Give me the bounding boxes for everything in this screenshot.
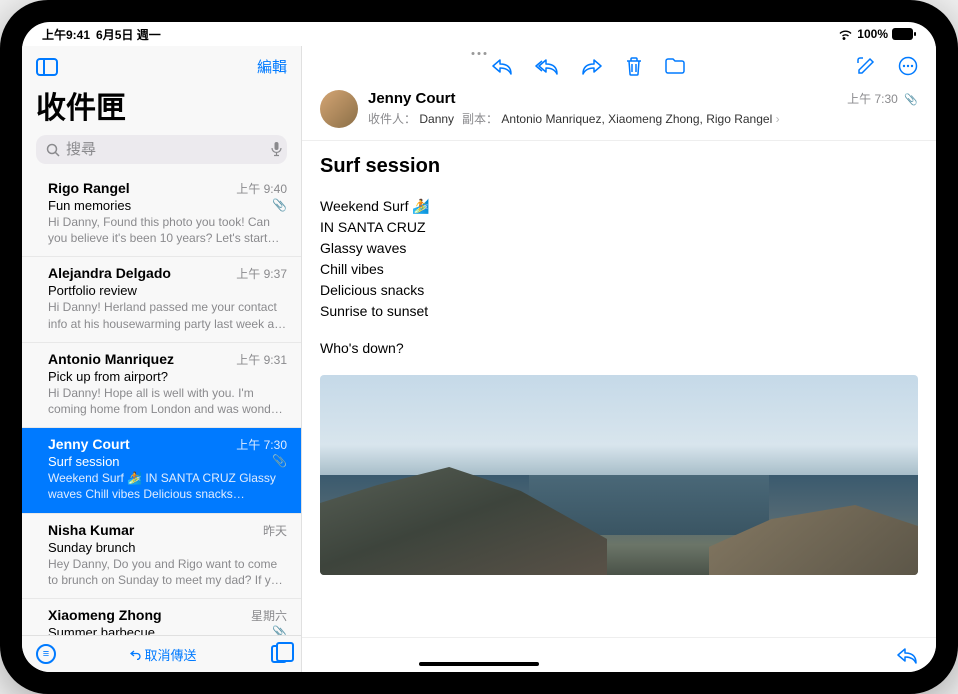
home-indicator[interactable] [419, 662, 539, 666]
detail-subject: Surf session [320, 155, 918, 178]
sidebar-icon [36, 58, 58, 76]
undo-send-label: 取消傳送 [144, 645, 196, 664]
reply-all-button[interactable] [535, 56, 559, 76]
msg-subject: Surf session [48, 454, 120, 469]
msg-preview: Hi Danny! Hope all is well with you. I'm… [48, 385, 287, 417]
attachment-icon: 📎 [272, 625, 287, 635]
msg-time: 昨天 [263, 522, 287, 539]
status-bar: 上午9:41 6月5日 週一 100% [22, 22, 936, 46]
message-list-pane: 編輯 收件匣 Rigo Rangel [22, 46, 302, 672]
new-mailbox-button[interactable] [271, 645, 287, 663]
msg-preview: Hi Danny, Found this photo you took! Can… [48, 214, 287, 246]
msg-time: 上午 9:40 [236, 180, 287, 197]
attachment-icon: 📎 [272, 198, 287, 212]
message-item[interactable]: Antonio Manriquez 上午 9:31 Pick up from a… [22, 343, 301, 428]
msg-time: 星期六 [251, 607, 287, 624]
mailboxes-icon [271, 645, 287, 663]
msg-sender: Alejandra Delgado [48, 265, 171, 281]
msg-sender: Jenny Court [48, 436, 130, 452]
message-detail-pane: Jenny Court 上午 7:30 📎 收件人： Danny 副本： Ant… [302, 46, 936, 672]
edit-button[interactable]: 編輯 [257, 56, 287, 77]
forward-button[interactable] [581, 56, 603, 76]
battery-percent: 100% [857, 27, 888, 41]
trash-button[interactable] [625, 56, 643, 76]
msg-subject: Fun memories [48, 198, 131, 213]
msg-subject: Pick up from airport? [48, 369, 168, 384]
msg-subject: Summer barbecue [48, 625, 155, 635]
recipients-row[interactable]: 收件人： Danny 副本： Antonio Manriquez, Xiaome… [368, 110, 918, 127]
detail-sender[interactable]: Jenny Court [368, 90, 456, 108]
message-item[interactable]: Nisha Kumar 昨天 Sunday brunch Hey Danny, … [22, 514, 301, 599]
msg-sender: Rigo Rangel [48, 180, 130, 196]
message-item[interactable]: Alejandra Delgado 上午 9:37 Portfolio revi… [22, 257, 301, 342]
mailbox-title: 收件匣 [22, 83, 301, 135]
search-input[interactable] [66, 141, 265, 158]
wifi-icon [838, 29, 853, 40]
message-item[interactable]: Rigo Rangel 上午 9:40 Fun memories 📎 Hi Da… [22, 172, 301, 257]
filter-icon [36, 644, 56, 664]
msg-preview: Hey Danny, Do you and Rigo want to come … [48, 556, 287, 588]
move-button[interactable] [665, 56, 685, 76]
sender-avatar[interactable] [320, 90, 358, 128]
attached-photo[interactable] [320, 375, 918, 575]
msg-subject: Sunday brunch [48, 540, 135, 555]
msg-preview: Hi Danny! Herland passed me your contact… [48, 299, 287, 331]
undo-send-button[interactable]: 取消傳送 [130, 645, 196, 664]
compose-button[interactable] [856, 56, 876, 76]
message-item[interactable]: Jenny Court 上午 7:30 Surf session 📎 Weeke… [22, 428, 301, 513]
cc-label: 副本： [462, 112, 498, 126]
status-time: 上午9:41 [42, 26, 90, 43]
multitasking-dots[interactable] [472, 52, 487, 55]
status-date: 6月5日 週一 [96, 26, 161, 43]
sidebar-toggle-button[interactable] [36, 56, 58, 77]
msg-subject: Portfolio review [48, 283, 137, 298]
more-button[interactable] [898, 56, 918, 76]
body-paragraph-2: Who's down? [320, 338, 918, 359]
msg-preview: Weekend Surf 🏄 IN SANTA CRUZ Glassy wave… [48, 470, 287, 502]
msg-time: 上午 7:30 [236, 436, 287, 453]
msg-time: 上午 9:37 [236, 265, 287, 282]
attachment-icon: 📎 [904, 94, 918, 106]
message-header: Jenny Court 上午 7:30 📎 收件人： Danny 副本： Ant… [302, 82, 936, 141]
msg-sender: Nisha Kumar [48, 522, 134, 538]
reply-button[interactable] [491, 56, 513, 76]
quick-reply-button[interactable] [896, 646, 918, 664]
message-list[interactable]: Rigo Rangel 上午 9:40 Fun memories 📎 Hi Da… [22, 172, 301, 635]
message-item[interactable]: Xiaomeng Zhong 星期六 Summer barbecue 📎 Dan… [22, 599, 301, 635]
search-field[interactable] [36, 135, 287, 164]
message-body[interactable]: Surf session Weekend Surf 🏄 IN SANTA CRU… [302, 141, 936, 637]
msg-time: 上午 9:31 [236, 351, 287, 368]
cc-value: Antonio Manriquez, Xiaomeng Zhong, Rigo … [501, 112, 772, 126]
dictation-icon[interactable] [271, 142, 282, 157]
filter-button[interactable] [36, 644, 56, 664]
msg-sender: Xiaomeng Zhong [48, 607, 162, 623]
to-label: 收件人： [368, 112, 416, 126]
battery-icon [892, 28, 916, 40]
body-paragraph-1: Weekend Surf 🏄 IN SANTA CRUZ Glassy wave… [320, 196, 918, 322]
to-value: Danny [419, 112, 454, 126]
chevron-right-icon: › [776, 112, 780, 126]
msg-sender: Antonio Manriquez [48, 351, 174, 367]
detail-time: 上午 7:30 [847, 92, 898, 106]
attachment-icon: 📎 [272, 454, 287, 468]
search-icon [46, 143, 60, 157]
